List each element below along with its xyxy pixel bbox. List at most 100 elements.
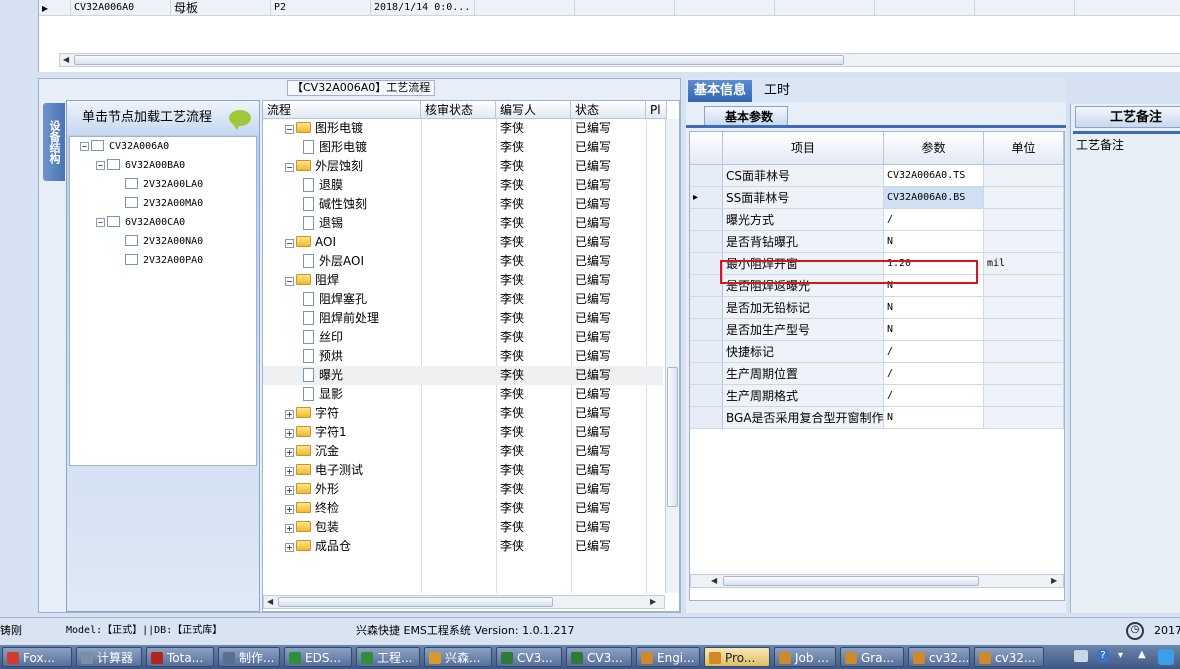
col-header-pl[interactable]: Pl [646,101,667,119]
tree-node[interactable]: − 6V32A00BA0 [96,157,185,175]
taskbar-button[interactable]: Fox... [2,647,72,667]
parameter-row[interactable]: 快捷标记 / [690,341,1064,363]
expand-icon[interactable]: + [285,448,294,457]
process-row[interactable]: 阻焊塞孔 李侠 已编写 [263,290,663,309]
process-row[interactable]: − 外层蚀刻 李侠 已编写 [263,157,663,176]
taskbar-button[interactable]: Gra... [840,647,904,667]
collapse-icon[interactable]: − [285,163,294,172]
process-row[interactable]: 丝印 李侠 已编写 [263,328,663,347]
parameter-row[interactable]: ▸ SS面菲林号 CV32A006A0.BS [690,187,1064,209]
process-row[interactable]: 退锡 李侠 已编写 [263,214,663,233]
taskbar-button[interactable]: Engi... [636,647,700,667]
tree-node[interactable]: 2V32A00NA0 [125,233,203,251]
scroll-thumb[interactable] [667,367,678,507]
row-indicator[interactable] [690,319,723,341]
col-header-unit[interactable]: 单位 [984,132,1064,165]
notes-body[interactable]: 工艺备注 [1073,131,1180,611]
speech-bubble-icon[interactable] [229,110,251,130]
row-indicator[interactable] [690,253,723,275]
top-hscrollbar[interactable]: ◀ [59,53,1180,67]
expand-icon[interactable]: + [285,467,294,476]
tray-expand-icon[interactable]: ▲ [1138,649,1146,660]
row-indicator[interactable] [690,407,723,429]
top-grid-row[interactable]: ▸ CV32A006A0 母板 P2 2018/1/14 0:0... [39,0,1180,16]
tree-node[interactable]: − 6V32A00CA0 [96,214,185,232]
tree-node[interactable]: 2V32A00LA0 [125,176,203,194]
process-row[interactable]: 曝光 李侠 已编写 [263,366,663,385]
tray-app-icon[interactable] [1158,649,1174,665]
expand-icon[interactable]: + [285,505,294,514]
subtab-basic-params[interactable]: 基本参数 [704,106,788,126]
row-indicator[interactable]: ▸ [690,187,723,209]
process-row[interactable]: + 终检 李侠 已编写 [263,499,663,518]
row-indicator[interactable] [690,231,723,253]
param-hscrollbar[interactable]: ◀ ▶ [690,574,1064,588]
process-row[interactable]: + 字符1 李侠 已编写 [263,423,663,442]
param-value-cell[interactable]: CV32A006A0.BS [884,187,984,209]
expand-icon[interactable]: + [285,429,294,438]
row-indicator[interactable] [690,363,723,385]
scroll-left-arrow-icon[interactable]: ◀ [267,597,273,606]
taskbar-button[interactable]: Pro... [704,647,770,667]
process-row[interactable]: − AOI 李侠 已编写 [263,233,663,252]
row-indicator[interactable] [690,341,723,363]
collapse-icon[interactable]: − [285,239,294,248]
taskbar-button[interactable]: cv32... [974,647,1044,667]
process-row[interactable]: 退膜 李侠 已编写 [263,176,663,195]
scroll-thumb[interactable] [74,55,844,65]
scroll-right-arrow-icon[interactable]: ▶ [1051,576,1057,585]
process-row[interactable]: + 包装 李侠 已编写 [263,518,663,537]
process-row[interactable]: + 电子测试 李侠 已编写 [263,461,663,480]
process-row[interactable]: 阻焊前处理 李侠 已编写 [263,309,663,328]
tree-node[interactable]: − CV32A006A0 [80,138,169,156]
process-row[interactable]: + 外形 李侠 已编写 [263,480,663,499]
taskbar-button[interactable]: 工程... [356,647,420,667]
process-row[interactable]: 预烘 李侠 已编写 [263,347,663,366]
tab-basic-info[interactable]: 基本信息 [688,80,753,102]
taskbar-button[interactable]: 制作... [218,647,280,667]
scroll-thumb[interactable] [278,597,553,607]
notes-tab[interactable]: 工艺备注 [1075,106,1180,128]
expand-icon[interactable]: + [285,543,294,552]
row-indicator[interactable] [690,165,723,187]
col-header-author[interactable]: 编写人 [496,101,571,119]
process-row[interactable]: 图形电镀 李侠 已编写 [263,138,663,157]
param-value-cell[interactable]: N [884,407,984,429]
expand-icon[interactable]: + [285,410,294,419]
param-value-cell[interactable]: / [884,209,984,231]
param-value-cell[interactable]: / [884,385,984,407]
col-header-status[interactable]: 状态 [571,101,646,119]
collapse-icon[interactable]: − [285,125,294,134]
parameter-row[interactable]: 是否加生产型号 N [690,319,1064,341]
process-row[interactable]: − 阻焊 李侠 已编写 [263,271,663,290]
expand-icon[interactable]: + [285,524,294,533]
taskbar-button[interactable]: CV3... [566,647,632,667]
col-header-flow[interactable]: 流程 [263,101,421,119]
scroll-left-arrow-icon[interactable]: ◀ [711,576,717,585]
scroll-right-arrow-icon[interactable]: ▶ [650,597,656,606]
param-value-cell[interactable]: / [884,363,984,385]
process-row[interactable]: 显影 李侠 已编写 [263,385,663,404]
taskbar-button[interactable]: Job ... [774,647,836,667]
parameter-row[interactable]: 是否加无铅标记 N [690,297,1064,319]
param-value-cell[interactable]: N [884,231,984,253]
row-indicator[interactable] [690,275,723,297]
process-row[interactable]: 外层AOI 李侠 已编写 [263,252,663,271]
row-indicator[interactable] [690,297,723,319]
taskbar-button[interactable]: 兴森... [424,647,492,667]
row-indicator[interactable] [690,209,723,231]
process-row[interactable]: + 沉金 李侠 已编写 [263,442,663,461]
row-indicator[interactable] [690,385,723,407]
scroll-left-arrow-icon[interactable]: ◀ [63,55,69,64]
tree-node[interactable]: 2V32A00MA0 [125,195,203,213]
collapse-icon[interactable]: − [80,142,89,151]
scroll-thumb[interactable] [723,576,979,586]
taskbar-button[interactable]: EDS... [284,647,352,667]
process-row[interactable]: 碱性蚀刻 李侠 已编写 [263,195,663,214]
process-vscrollbar[interactable] [665,119,679,593]
process-row[interactable]: − 图形电镀 李侠 已编写 [263,119,663,138]
tab-work-hours[interactable]: 工时 [758,80,796,102]
param-value-cell[interactable]: / [884,341,984,363]
tree-node[interactable]: 2V32A00PA0 [125,252,203,270]
parameter-row[interactable]: 生产周期格式 / [690,385,1064,407]
